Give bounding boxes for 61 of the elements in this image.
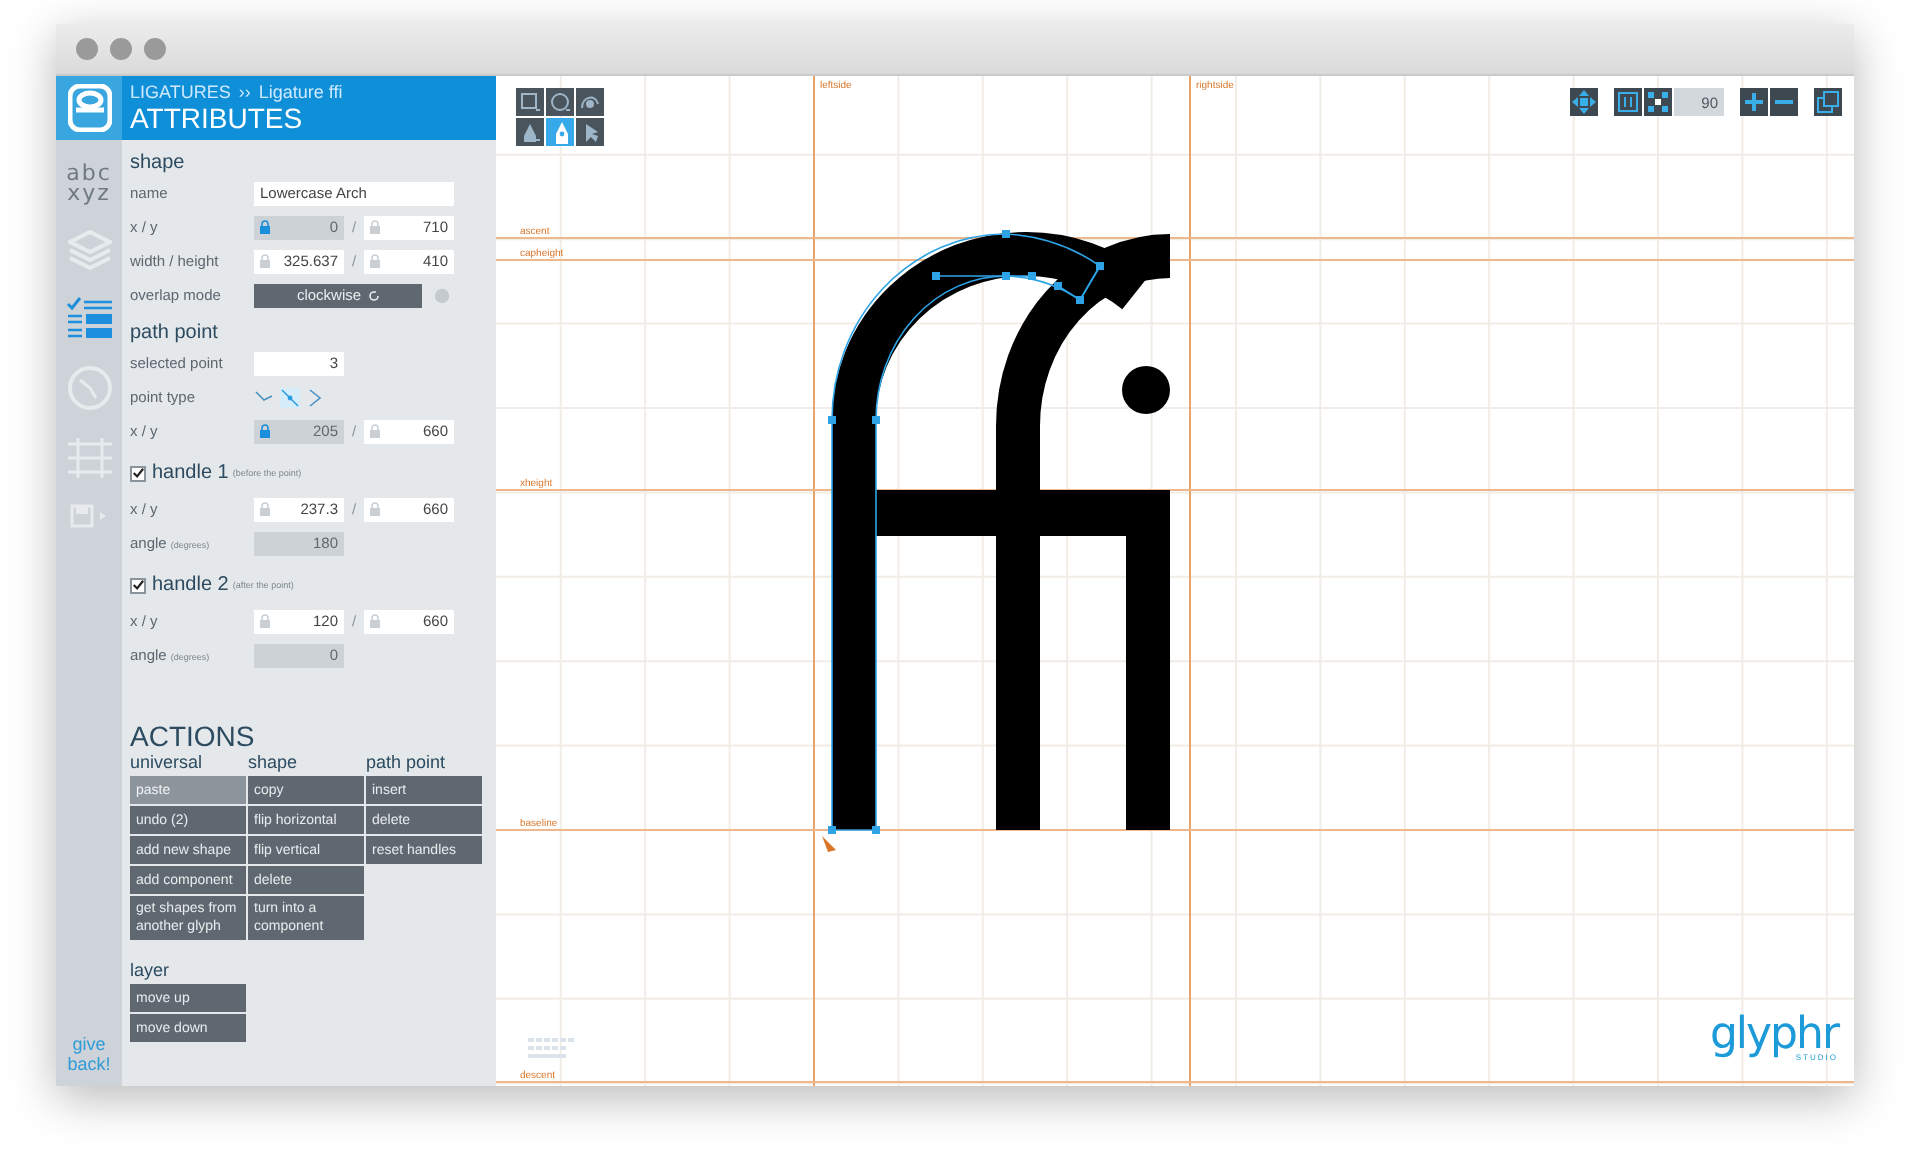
checkbox[interactable] xyxy=(130,577,146,593)
lock-icon xyxy=(260,614,270,628)
column-heading: layer xyxy=(130,960,172,982)
tool-button[interactable] xyxy=(546,88,574,116)
view-button[interactable] xyxy=(1814,88,1842,116)
view-button[interactable] xyxy=(1740,88,1768,116)
circle-icon xyxy=(548,89,572,115)
view-button[interactable] xyxy=(1770,88,1798,116)
attributes-icon xyxy=(65,296,113,340)
column-heading: universal xyxy=(130,752,205,774)
window-button[interactable] xyxy=(76,38,98,60)
column-heading: shape xyxy=(248,752,300,774)
section-heading: path point xyxy=(130,322,220,344)
lock-icon xyxy=(260,254,270,268)
point-type-icon xyxy=(280,387,300,407)
selected-path-drawing[interactable] xyxy=(828,230,1104,834)
column-heading: path point xyxy=(366,752,448,774)
lock-icon xyxy=(260,502,270,516)
window-icon xyxy=(1814,88,1842,116)
square-icon xyxy=(518,89,542,115)
section-heading: shape xyxy=(130,152,187,174)
view-button[interactable] xyxy=(1644,88,1672,116)
breadcrumb-separator: ›› xyxy=(238,82,251,102)
rotate-icon xyxy=(367,289,380,301)
checkbox[interactable] xyxy=(130,465,146,481)
actual-size-icon xyxy=(1614,88,1642,116)
window-button[interactable] xyxy=(144,38,166,60)
breadcrumb-item: Ligature ffi xyxy=(258,82,343,102)
lock-icon xyxy=(370,614,380,628)
lock-icon xyxy=(370,220,380,234)
layers-icon xyxy=(67,228,111,272)
view-button[interactable] xyxy=(1570,88,1598,116)
lock-icon xyxy=(370,254,380,268)
point-type-button[interactable] xyxy=(254,387,274,407)
window-button[interactable] xyxy=(110,38,132,60)
point-type-button[interactable] xyxy=(306,387,326,407)
point-type-icon xyxy=(254,387,274,407)
section-heading: handle 1 xyxy=(152,462,229,484)
breadcrumb-link[interactable]: LIGATURES xyxy=(130,82,231,102)
lock-icon xyxy=(260,220,270,234)
lock-icon xyxy=(260,424,270,438)
zoom-in-icon xyxy=(1740,88,1768,116)
panel-title: ATTRIBUTES xyxy=(130,102,305,134)
app-logo[interactable] xyxy=(56,76,122,140)
pan-icon xyxy=(1570,88,1598,116)
save-icon xyxy=(69,504,109,528)
lock-icon xyxy=(370,502,380,516)
point-type-icon xyxy=(306,387,326,407)
grid-icon xyxy=(65,436,113,480)
section-title: ACTIONS xyxy=(130,720,257,752)
lock-icon xyxy=(370,424,380,438)
tool-button[interactable] xyxy=(516,88,544,116)
fit-icon xyxy=(1644,88,1672,116)
tool-button[interactable] xyxy=(576,118,604,146)
nav-button[interactable] xyxy=(65,296,113,340)
dial-icon xyxy=(65,364,113,412)
nav-tab[interactable]: abc xyz xyxy=(66,164,112,204)
section-heading: handle 2 xyxy=(152,574,229,596)
view-button[interactable] xyxy=(1614,88,1642,116)
origin-marker-icon xyxy=(822,836,836,852)
point-type-button[interactable] xyxy=(280,387,300,407)
